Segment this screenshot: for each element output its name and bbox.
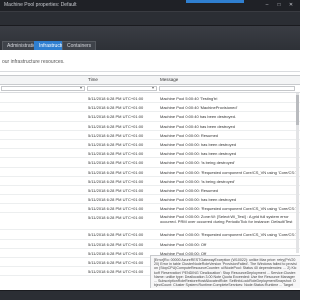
table-row[interactable]: 5/11/2018 6:28 PM UTC+01:00 Machine Pool …	[0, 213, 300, 231]
page-subheader: our infrastructure resources.	[0, 50, 300, 72]
window-title: Machine Pool properties: Default	[4, 2, 77, 8]
table-row[interactable]: 5/11/2018 6:28 PM UTC+01:00 Machine Pool …	[0, 158, 300, 168]
table-row[interactable]: 5/11/2018 6:28 PM UTC+01:00 Machine Pool …	[0, 103, 300, 113]
row-message: Machine Pool 0:00:00: has been destroyed	[160, 141, 237, 147]
row-time: 5/11/2018 6:28 PM UTC+01:00	[88, 197, 144, 203]
row-message: Machine Pool 5:00:40 'Testing'tri	[160, 96, 218, 101]
row-time: 5/11/2018 6:28 PM UTC+01:00	[88, 105, 144, 111]
row-time: 5/11/2018 6:28 PM UTC+01:00	[88, 141, 144, 147]
row-message: Machine Pool 0:00:00: 'Requested compone…	[160, 206, 298, 212]
row-time: 5/11/2018 6:28 PM UTC+01:00	[88, 132, 144, 138]
tab-bar: Administration Infrastructure Containers	[0, 26, 300, 50]
row-message: Machine Pool 0:00:00: has been destroyed	[160, 151, 237, 157]
message-detail-panel: [Error]Ro: 00000 AzureRESTGatewayExcepti…	[150, 255, 300, 288]
row-message: Machine Pool 0:00:00: has been destroyed	[160, 197, 237, 203]
table-row[interactable]: 5/11/2018 6:28 PM UTC+01:00 Machine Pool …	[0, 204, 300, 214]
chevron-down-icon[interactable]: ▾	[80, 85, 82, 90]
row-message: Machine Pool 0:00:00: Resumed	[160, 132, 219, 138]
events-grid: Time Message ▾ ▾ 5/11/2018 6:28 PM UTC+0…	[0, 75, 300, 277]
table-row[interactable]: 5/11/2018 6:28 PM UTC+01:00 Machine Pool …	[0, 122, 300, 131]
row-time: 5/11/2018 6:28 PM UTC+01:00	[88, 96, 144, 101]
type-filter-input[interactable]	[1, 86, 85, 91]
column-header-time[interactable]: Time	[88, 77, 98, 82]
row-time: 5/11/2018 6:28 PM UTC+01:00	[88, 169, 144, 175]
grid-header: Time Message	[0, 76, 300, 85]
table-row[interactable]: 5/11/2018 6:28 PM UTC+01:00 Machine Pool …	[0, 140, 300, 150]
row-message: Machine Pool 0:00:00: 'Requested compone…	[160, 232, 298, 238]
table-row[interactable]: 5/11/2018 6:28 PM UTC+01:00 Machine Pool …	[0, 240, 300, 249]
row-message: Machine Pool 0:00:40 'MachineProvisioned…	[160, 105, 238, 111]
status-bar	[0, 290, 300, 300]
row-message: Machine Pool 0:00:00: 'is being destroye…	[160, 178, 235, 184]
row-time: 5/11/2018 6:28 PM UTC+01:00	[88, 232, 144, 238]
row-time: 5/11/2018 6:28 PM UTC+01:00	[88, 187, 144, 193]
row-time: 5/11/2018 6:28 PM UTC+01:00	[88, 241, 144, 247]
row-message: Machine Pool 0:00:00: Off	[160, 241, 207, 247]
maximize-button[interactable]: □	[274, 2, 284, 9]
table-row[interactable]: 5/11/2018 6:28 PM UTC+01:00 Machine Pool …	[0, 131, 300, 140]
table-row[interactable]: 5/11/2018 6:28 PM UTC+01:00 Machine Pool …	[0, 168, 300, 177]
row-time: 5/11/2018 6:28 PM UTC+01:00	[88, 206, 144, 212]
row-time: 5/11/2018 6:28 PM UTC+01:00	[88, 178, 144, 184]
grid-scrollbar[interactable]	[296, 93, 299, 253]
message-filter-input[interactable]	[159, 86, 295, 91]
row-message: Machine Pool 0:00:00: Resumed	[160, 187, 219, 193]
table-row[interactable]: 5/11/2018 6:28 PM UTC+01:00 Machine Pool …	[0, 94, 300, 104]
row-time: 5/11/2018 6:28 PM UTC+01:00	[88, 250, 144, 256]
row-time: 5/11/2018 6:28 PM UTC+01:00	[88, 114, 144, 120]
column-header-message[interactable]: Message	[160, 77, 178, 82]
tab-containers[interactable]: Containers	[62, 41, 97, 50]
row-time: 5/11/2018 6:28 PM UTC+01:00	[88, 151, 144, 157]
table-row[interactable]: 5/11/2018 6:28 PM UTC+01:00 Machine Pool …	[0, 177, 300, 186]
page-description: our infrastructure resources.	[2, 59, 65, 65]
row-time: 5/11/2018 6:28 PM UTC+01:00	[88, 123, 144, 129]
row-message: Machine Pool 0:00:40 has been destroyed.	[160, 114, 237, 120]
chevron-down-icon[interactable]: ▾	[152, 85, 154, 90]
filter-row: ▾ ▾	[0, 85, 300, 93]
scrollbar-thumb[interactable]	[296, 95, 299, 125]
table-row[interactable]: 5/11/2018 6:28 PM UTC+01:00 Machine Pool …	[0, 195, 300, 205]
row-message: Machine Pool 0:00:40 has been destroyed	[160, 123, 235, 129]
title-bar: Machine Pool properties: Default – □ ✕	[0, 0, 300, 12]
close-button[interactable]: ✕	[286, 2, 296, 9]
table-row[interactable]: 5/11/2018 6:28 PM UTC+01:00 Machine Pool …	[0, 230, 300, 240]
toolbar	[0, 12, 300, 26]
row-message: Machine Pool 0:00:00: 'is being destroye…	[160, 160, 235, 166]
grid-rows: 5/11/2018 6:28 PM UTC+01:00 Machine Pool …	[0, 94, 300, 277]
row-time: 5/11/2018 6:28 PM UTC+01:00	[88, 260, 144, 265]
table-row[interactable]: 5/11/2018 6:28 PM UTC+01:00 Machine Pool …	[0, 112, 300, 122]
row-message: Machine Pool 0:00:00: 'Requested compone…	[160, 169, 298, 175]
row-time: 5/11/2018 6:28 PM UTC+01:00	[88, 160, 144, 166]
row-time: 5/11/2018 6:28 PM UTC+01:00	[88, 215, 144, 221]
row-message: Machine Pool 0:00:00: Zone:W: [Select:Wi…	[160, 214, 293, 225]
table-row[interactable]: 5/11/2018 6:28 PM UTC+01:00 Machine Pool …	[0, 186, 300, 196]
minimize-button[interactable]: –	[262, 2, 272, 9]
time-filter-input[interactable]	[87, 86, 157, 91]
table-row[interactable]: 5/11/2018 6:28 PM UTC+01:00 Machine Pool …	[0, 149, 300, 159]
title-accent	[186, 0, 244, 3]
row-time: 5/11/2018 6:28 PM UTC+01:00	[88, 269, 144, 275]
